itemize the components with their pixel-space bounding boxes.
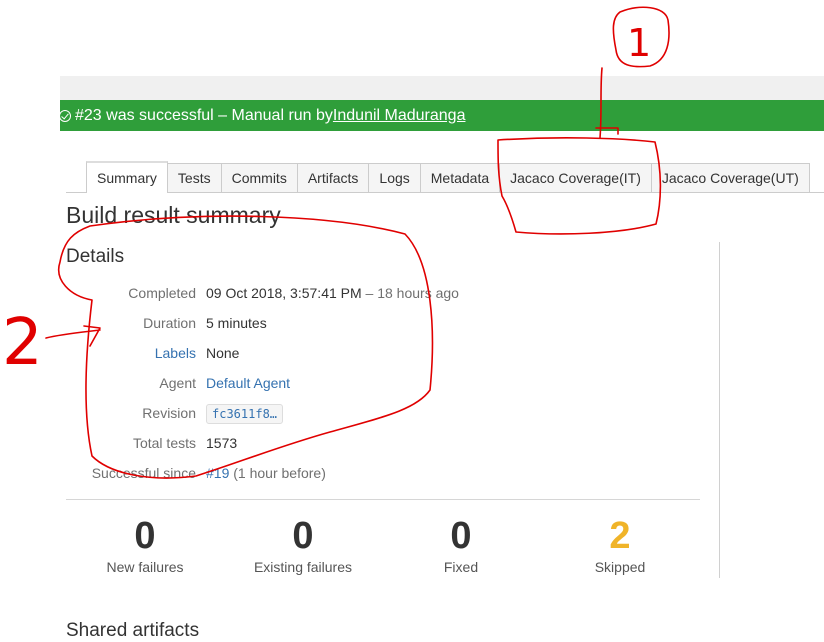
- stats-divider: [66, 499, 700, 500]
- stat-value: 2: [609, 515, 631, 557]
- header-strip: [60, 76, 824, 100]
- successful-since-build-link[interactable]: #19: [206, 465, 229, 481]
- success-check-icon: [59, 109, 71, 122]
- tab-artifacts[interactable]: Artifacts: [297, 163, 370, 192]
- annotation-label-2: 2: [2, 306, 43, 380]
- annotation-circle-1: [612, 6, 670, 68]
- labels-link[interactable]: Labels: [155, 343, 196, 363]
- tab-logs[interactable]: Logs: [369, 163, 421, 192]
- stat-skipped: 2 Skipped: [540, 513, 700, 575]
- completed-ago: – 18 hours ago: [361, 285, 459, 301]
- stat-caption: Skipped: [594, 559, 646, 575]
- tab-commits[interactable]: Commits: [221, 163, 298, 192]
- stat-caption: Fixed: [443, 559, 479, 575]
- stat-fixed: 0 Fixed: [381, 513, 541, 575]
- successful-since-note: (1 hour before): [229, 465, 326, 481]
- stat-caption: New failures: [106, 559, 184, 575]
- column-divider: [719, 242, 720, 578]
- stat-new-failures: 0 New failures: [65, 513, 225, 575]
- run-by-user-link[interactable]: Indunil Maduranga: [333, 107, 466, 125]
- duration-value: 5 minutes: [206, 315, 267, 331]
- successful-since-value: #19 (1 hour before): [206, 463, 326, 483]
- stat-value: 0: [134, 515, 156, 557]
- agent-label: Agent: [159, 375, 196, 391]
- completed-value: 09 Oct 2018, 3:57:41 PM – 18 hours ago: [206, 283, 459, 303]
- stat-existing-failures: 0 Existing failures: [223, 513, 383, 575]
- tab-summary[interactable]: Summary: [86, 161, 168, 193]
- shared-artifacts-heading: Shared artifacts: [66, 620, 200, 641]
- stat-value: 0: [450, 515, 472, 557]
- build-status-text: #23 was successful – Manual run by: [75, 106, 333, 124]
- duration-label: Duration: [143, 315, 196, 331]
- successful-since-label: Successful since: [91, 465, 196, 481]
- completed-date: 09 Oct 2018, 3:57:41 PM: [206, 285, 362, 301]
- revision-hash[interactable]: fc3611f8…: [206, 404, 284, 424]
- total-tests-value: 1573: [206, 435, 238, 451]
- stat-caption: Existing failures: [253, 559, 353, 575]
- page-title: Build result summary: [66, 202, 281, 228]
- completed-label: Completed: [128, 285, 196, 301]
- total-tests-label: Total tests: [132, 435, 196, 451]
- stat-value: 0: [292, 515, 314, 557]
- annotation-arrow-2: [45, 325, 101, 347]
- tab-tests[interactable]: Tests: [167, 163, 222, 192]
- build-status-banner: #23 was successful – Manual run by Indun…: [59, 100, 824, 131]
- annotation-label-1: 1: [627, 21, 651, 65]
- tab-jacaco-coverage-it[interactable]: Jacaco Coverage(IT): [500, 163, 652, 192]
- labels-value: None: [206, 345, 240, 361]
- revision-label: Revision: [142, 405, 196, 421]
- agent-link[interactable]: Default Agent: [206, 373, 290, 393]
- tab-jacaco-coverage-ut[interactable]: Jacaco Coverage(UT): [651, 163, 810, 192]
- result-tabs: Summary Tests Commits Artifacts Logs Met…: [66, 161, 824, 193]
- tab-metadata[interactable]: Metadata: [420, 163, 501, 192]
- details-heading: Details: [66, 246, 125, 267]
